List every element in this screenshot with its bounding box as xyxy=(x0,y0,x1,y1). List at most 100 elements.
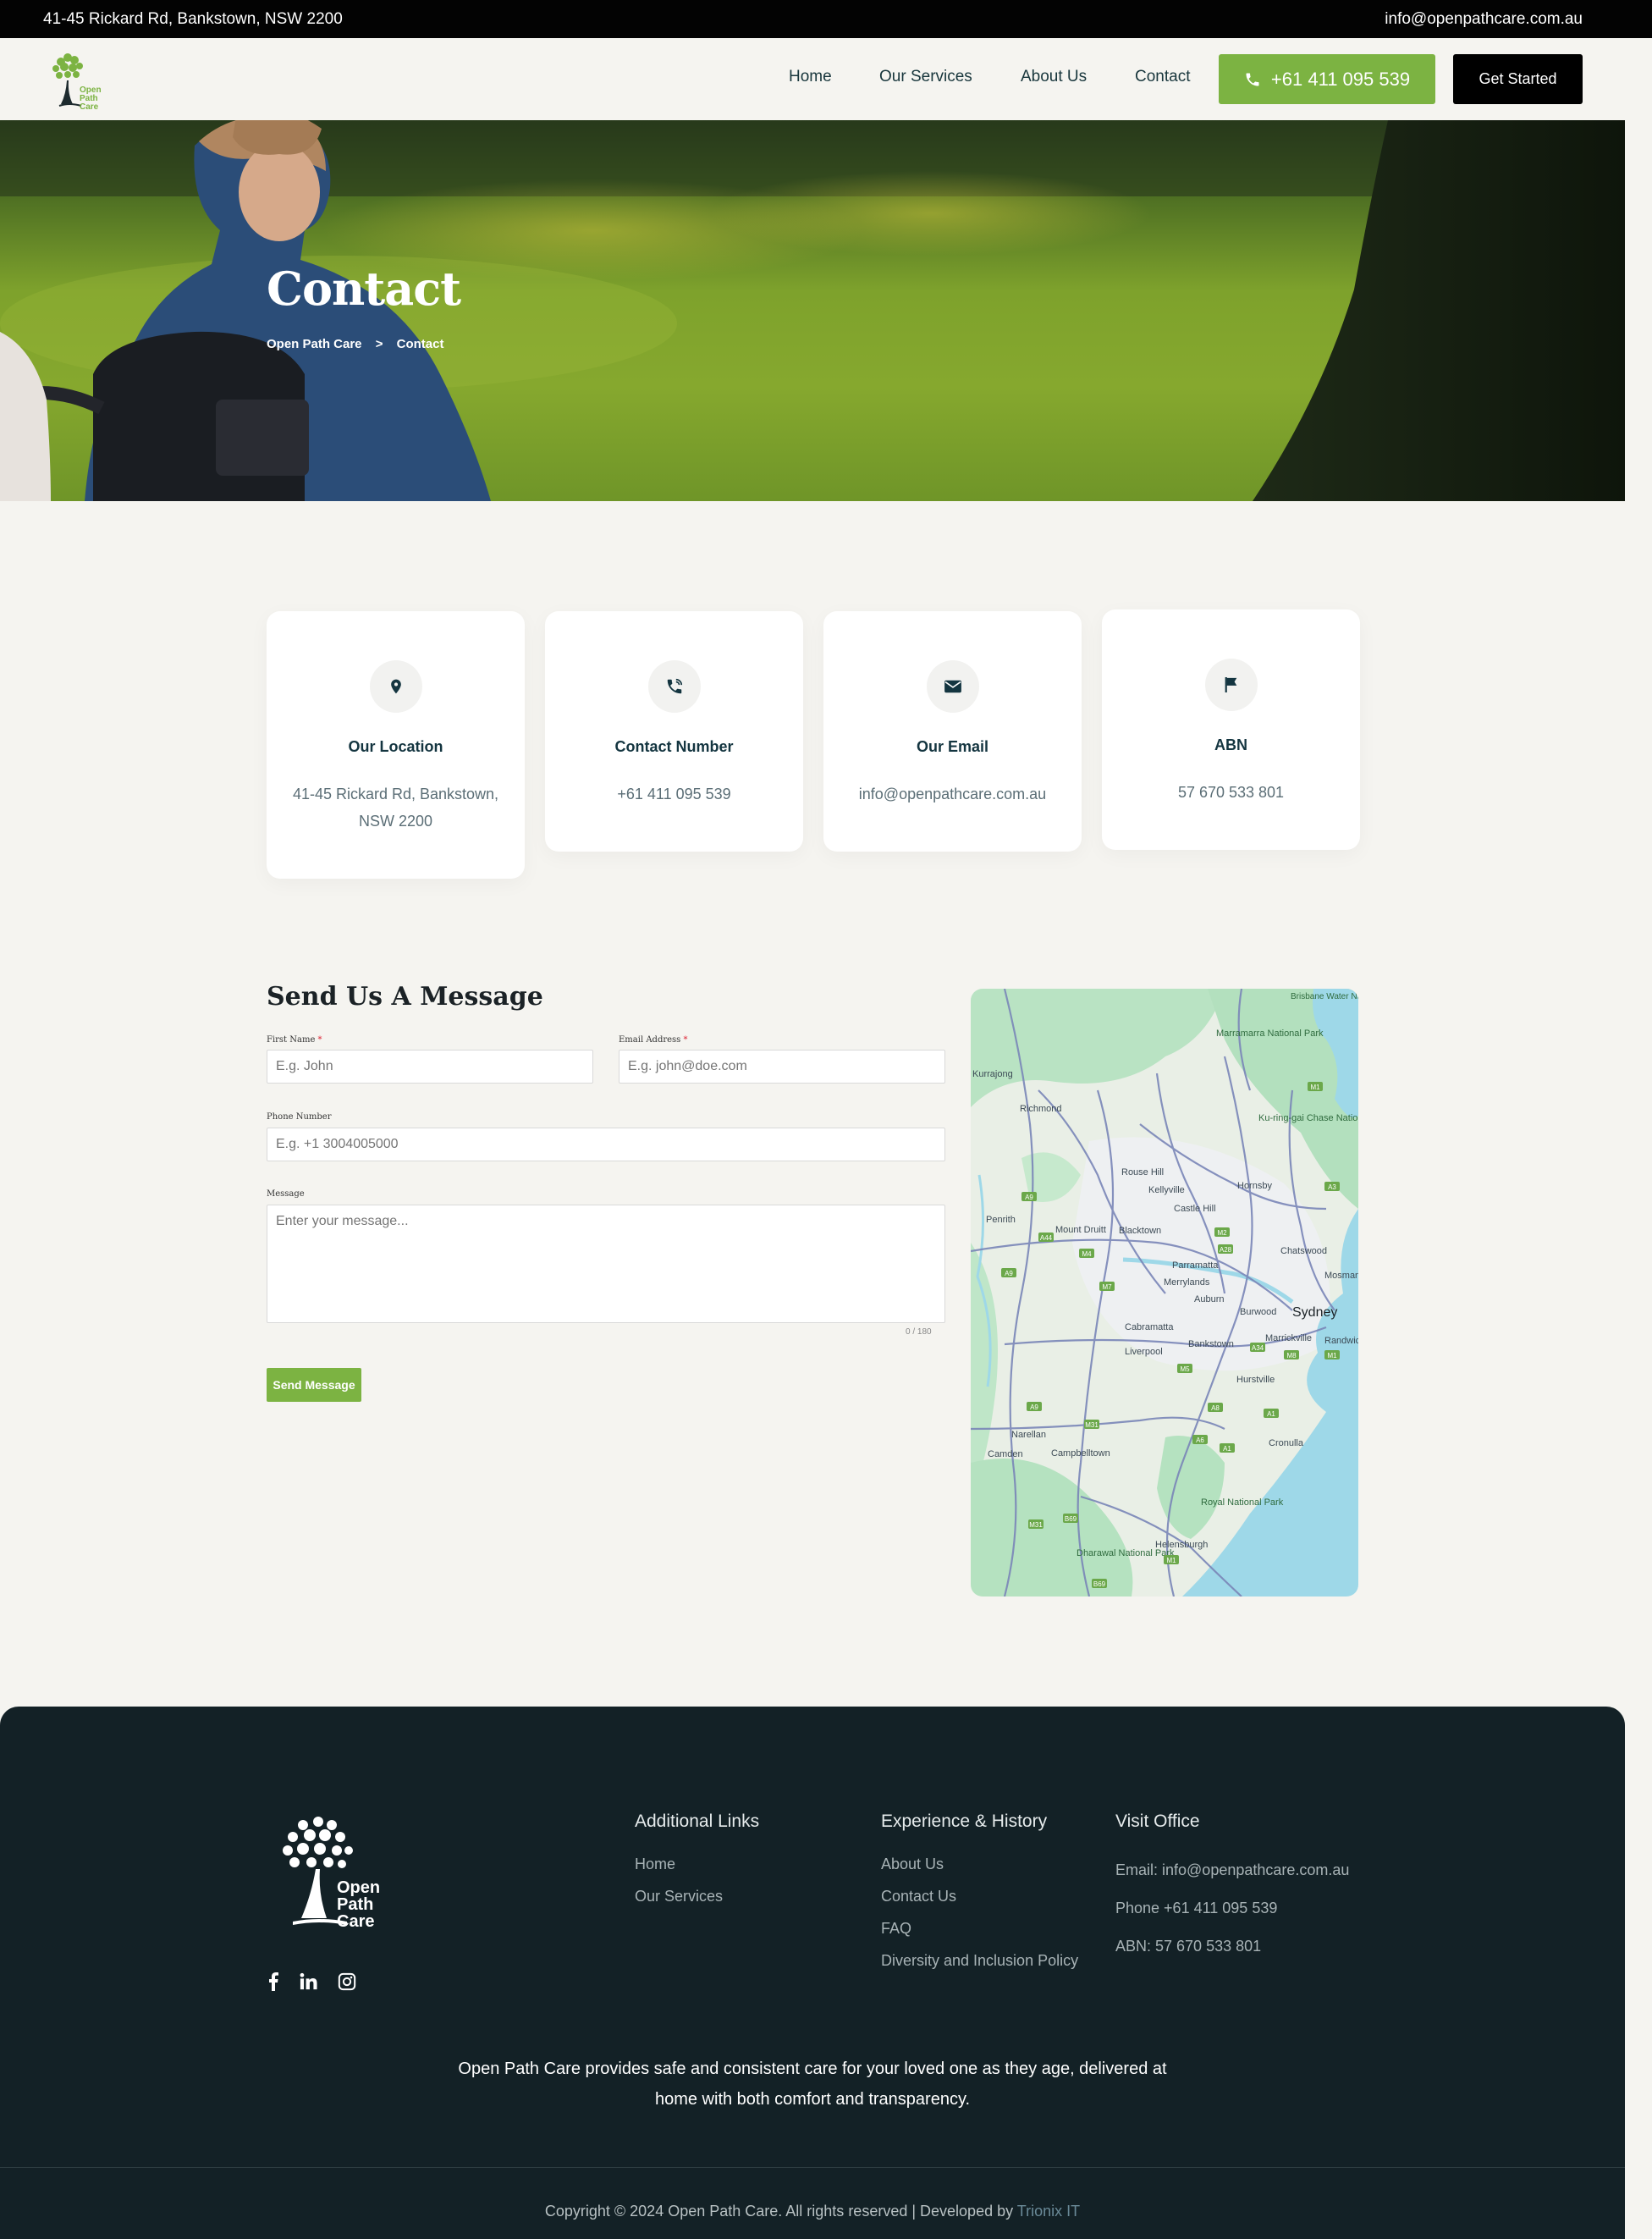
footer-link-home[interactable]: Home xyxy=(635,1856,675,1873)
logo-icon[interactable]: Open Path Care xyxy=(44,50,112,111)
phone-input[interactable] xyxy=(267,1128,945,1161)
location-pin-icon xyxy=(370,660,422,713)
phone-label: Phone Number xyxy=(267,1112,332,1122)
footer-logo-text-care: Care xyxy=(337,1912,374,1931)
map-label-cronulla: Cronulla xyxy=(1269,1438,1304,1448)
footer-about-line-2: home with both comfort and transparency. xyxy=(654,2090,971,2109)
map-label-castle-hill: Castle Hill xyxy=(1174,1204,1216,1214)
email-input[interactable] xyxy=(619,1050,945,1084)
card-value[interactable]: +61 411 095 539 xyxy=(562,780,786,808)
location-card: Our Location 41-45 Rickard Rd, Bankstown… xyxy=(267,611,525,879)
map-road-shield-label: M31 xyxy=(1085,1421,1099,1429)
nav-contact[interactable]: Contact xyxy=(1135,68,1190,86)
footer-link-diversity-policy[interactable]: Diversity and Inclusion Policy xyxy=(881,1952,1078,1970)
map-label-mosman: Mosman xyxy=(1324,1271,1358,1281)
message-label: Message xyxy=(267,1189,305,1199)
map-label-randwick: Randwick xyxy=(1324,1336,1358,1346)
footer-logo-icon[interactable]: Open Path Care xyxy=(269,1817,392,1931)
required-mark: * xyxy=(683,1035,688,1045)
envelope-icon xyxy=(927,660,979,713)
card-value: 41-45 Rickard Rd, Bankstown, NSW 2200 xyxy=(292,786,499,830)
map-label-marramarra: Marramarra National Park xyxy=(1216,1029,1324,1039)
nav-our-services[interactable]: Our Services xyxy=(879,68,972,86)
message-textarea[interactable] xyxy=(267,1205,945,1323)
card-value[interactable]: info@openpathcare.com.au xyxy=(840,780,1065,808)
map-road-shield-label: M7 xyxy=(1102,1283,1112,1291)
map-road-shield-label: A1 xyxy=(1223,1445,1231,1453)
map-label-kuringgai: Ku-ring-gai Chase National Park xyxy=(1258,1113,1358,1123)
phone-button-label: +61 411 095 539 xyxy=(1270,68,1411,90)
map-road-shield-label: A9 xyxy=(1030,1404,1038,1411)
footer-link-our-services[interactable]: Our Services xyxy=(635,1888,723,1905)
copyright-text: Copyright © 2024 Open Path Care. All rig… xyxy=(544,2203,1017,2220)
map-road-shield-label: A44 xyxy=(1040,1234,1053,1242)
map-road-shield-label: A34 xyxy=(1252,1344,1264,1352)
map-road-shield-label: B69 xyxy=(1065,1515,1077,1523)
footer-link-contact-us[interactable]: Contact Us xyxy=(881,1888,956,1905)
first-name-label-text: First Name xyxy=(267,1035,316,1045)
map-graphic: Marramarra National Park Kurrajong Richm… xyxy=(971,989,1358,1597)
map-label-mount-druitt: Mount Druitt xyxy=(1055,1225,1106,1235)
map-road-shield-label: A3 xyxy=(1328,1183,1336,1191)
map-road-shield-label: M2 xyxy=(1217,1229,1227,1237)
breadcrumb: Open Path Care > Contact xyxy=(267,337,454,351)
email-card: Our Email info@openpathcare.com.au xyxy=(823,611,1082,852)
site-footer: Open Path Care Additional Links Home Our… xyxy=(0,1707,1625,2239)
map-label-bankstown: Bankstown xyxy=(1188,1339,1234,1349)
card-title: Our Email xyxy=(916,738,989,755)
linkedin-icon[interactable] xyxy=(298,1971,320,1993)
footer-link-faq[interactable]: FAQ xyxy=(881,1920,911,1938)
footer-link-about-us[interactable]: About Us xyxy=(881,1856,944,1873)
map-label-marrickville: Marrickville xyxy=(1265,1333,1312,1343)
map-road-shield-label: M1 xyxy=(1166,1557,1176,1564)
send-message-button[interactable]: Send Message xyxy=(267,1368,361,1402)
developer-link[interactable]: Trionix IT xyxy=(1017,2203,1080,2220)
footer-office-phone[interactable]: Phone +61 411 095 539 xyxy=(1115,1900,1277,1917)
email-label-text: Email Address xyxy=(619,1035,681,1045)
contact-number-card: Contact Number +61 411 095 539 xyxy=(545,611,803,852)
map-label-kurrajong: Kurrajong xyxy=(972,1069,1013,1079)
nav-about-us[interactable]: About Us xyxy=(1021,68,1087,86)
map-label-royal-np: Royal National Park xyxy=(1201,1497,1284,1508)
map-road-shield-label: M31 xyxy=(1029,1521,1043,1529)
logo-text-care: Care xyxy=(80,102,99,111)
character-counter: 0 / 180 xyxy=(906,1327,932,1337)
map-label-richmond: Richmond xyxy=(1020,1104,1062,1114)
map-road-shield-label: B69 xyxy=(1093,1580,1106,1588)
map-label-hornsby: Hornsby xyxy=(1237,1181,1272,1191)
map-label-camden: Camden xyxy=(988,1449,1023,1459)
footer-office-email[interactable]: Email: info@openpathcare.com.au xyxy=(1115,1861,1349,1879)
top-bar-email[interactable]: info@openpathcare.com.au xyxy=(1385,10,1583,29)
breadcrumb-home[interactable]: Open Path Care xyxy=(267,337,362,351)
map-road-shield-label: M4 xyxy=(1082,1250,1092,1258)
location-map[interactable]: Marramarra National Park Kurrajong Richm… xyxy=(971,989,1358,1597)
phone-icon xyxy=(1246,73,1259,85)
map-label-blacktown: Blacktown xyxy=(1119,1226,1161,1236)
first-name-input[interactable] xyxy=(267,1050,593,1084)
map-road-shield-label: A6 xyxy=(1196,1437,1204,1444)
abn-card: ABN 57 670 533 801 xyxy=(1102,609,1360,850)
map-road-shield-label: A9 xyxy=(1025,1194,1033,1201)
nav-home[interactable]: Home xyxy=(789,68,832,86)
phone-button[interactable]: +61 411 095 539 xyxy=(1219,54,1435,104)
card-title: ABN xyxy=(1214,736,1247,753)
footer-about-text: Open Path Care provides safe and consist… xyxy=(0,2054,1625,2115)
map-road-shield-label: M1 xyxy=(1327,1352,1337,1359)
facebook-icon[interactable] xyxy=(262,1971,284,1993)
hero-background-photo xyxy=(0,120,1625,501)
map-label-burwood: Burwood xyxy=(1240,1307,1276,1317)
site-header: Open Path Care Home Our Services About U… xyxy=(0,38,1652,120)
map-label-auburn: Auburn xyxy=(1194,1294,1224,1304)
page-gutter xyxy=(1625,120,1652,2239)
map-label-cabramatta: Cabramatta xyxy=(1125,1322,1174,1332)
card-title: Contact Number xyxy=(614,738,734,755)
page-title: Contact xyxy=(267,262,461,316)
get-started-button[interactable]: Get Started xyxy=(1453,54,1583,104)
instagram-icon[interactable] xyxy=(336,1971,358,1993)
form-title: Send Us A Message xyxy=(267,982,543,1012)
footer-about-line-1: Open Path Care provides safe and consist… xyxy=(458,2060,1167,2078)
footer-visit-office-heading: Visit Office xyxy=(1115,1812,1200,1831)
map-road-shield-label: A28 xyxy=(1220,1246,1232,1254)
map-label-sydney: Sydney xyxy=(1292,1305,1337,1320)
email-label: Email Address * xyxy=(619,1035,688,1045)
